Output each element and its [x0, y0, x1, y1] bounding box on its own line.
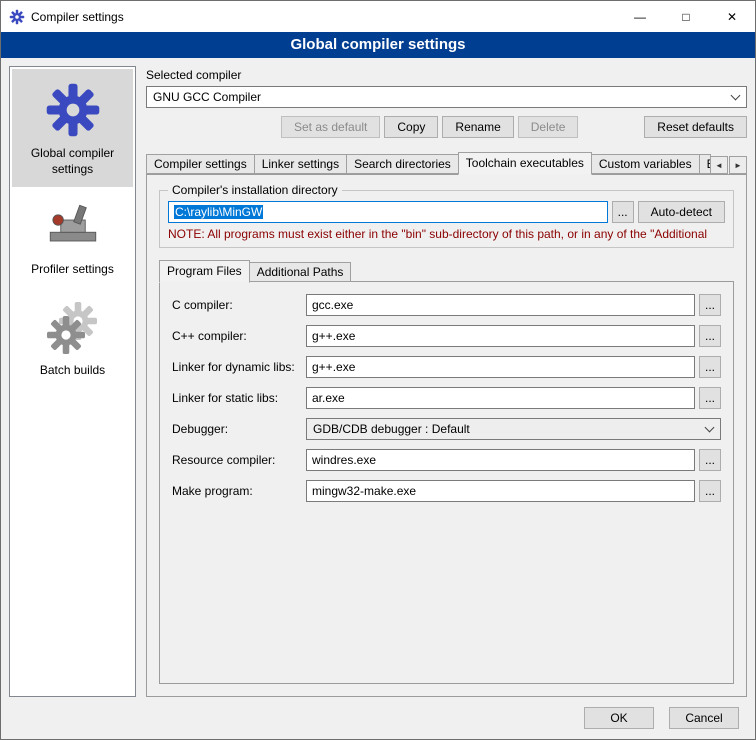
- window-controls: — □ ✕: [617, 1, 755, 32]
- sidebar-item-label: Batch builds: [40, 363, 105, 379]
- cpp-compiler-input[interactable]: g++.exe: [306, 325, 695, 347]
- install-dir-row: C:\raylib\MinGW ... Auto-detect: [168, 201, 725, 223]
- rename-button[interactable]: Rename: [442, 116, 513, 138]
- install-dir-input[interactable]: C:\raylib\MinGW: [168, 201, 608, 223]
- input-value: gcc.exe: [312, 298, 353, 312]
- input-value: mingw32-make.exe: [312, 484, 416, 498]
- field-label: C compiler:: [172, 298, 306, 312]
- make-program-row: Make program: mingw32-make.exe ...: [172, 480, 721, 502]
- ok-button[interactable]: OK: [584, 707, 654, 729]
- field-label: C++ compiler:: [172, 329, 306, 343]
- tabstrip: Compiler settings Linker settings Search…: [146, 152, 747, 174]
- toolchain-tab-page: Compiler's installation directory C:\ray…: [146, 174, 747, 697]
- install-dir-value: C:\raylib\MinGW: [174, 205, 263, 219]
- subtab-program-files[interactable]: Program Files: [159, 260, 250, 283]
- window-title: Compiler settings: [31, 10, 124, 24]
- resource-compiler-input[interactable]: windres.exe: [306, 449, 695, 471]
- debugger-select[interactable]: GDB/CDB debugger : Default: [306, 418, 721, 440]
- sidebar: Global compiler settings Profiler settin…: [9, 66, 136, 697]
- make-program-input[interactable]: mingw32-make.exe: [306, 480, 695, 502]
- dynamic-linker-row: Linker for dynamic libs: g++.exe ...: [172, 356, 721, 378]
- sidebar-item-global-compiler-settings[interactable]: Global compiler settings: [12, 69, 133, 187]
- subtabstrip: Program Files Additional Paths: [159, 260, 734, 282]
- batch-gears-icon: [45, 300, 101, 356]
- maximize-button[interactable]: □: [663, 1, 709, 32]
- make-program-browse-button[interactable]: ...: [699, 480, 721, 502]
- tab-scroll-left-button[interactable]: ◄: [710, 156, 728, 174]
- dialog-body: Global compiler settings Profiler settin…: [1, 58, 755, 697]
- input-value: g++.exe: [312, 329, 355, 343]
- main-panel: Selected compiler GNU GCC Compiler Set a…: [146, 66, 747, 697]
- dialog-header: Global compiler settings: [1, 32, 755, 58]
- resource-compiler-row: Resource compiler: windres.exe ...: [172, 449, 721, 471]
- sidebar-item-label: Global compiler settings: [16, 146, 129, 177]
- tab-linker-settings[interactable]: Linker settings: [254, 154, 347, 174]
- compiler-settings-window: Compiler settings — □ ✕ Global compiler …: [0, 0, 756, 740]
- profiler-icon: [45, 199, 101, 255]
- dialog-footer: OK Cancel: [1, 697, 755, 739]
- compiler-select-value: GNU GCC Compiler: [153, 90, 724, 104]
- debugger-select-value: GDB/CDB debugger : Default: [313, 422, 698, 436]
- note-text: NOTE: All programs must exist either in …: [168, 227, 725, 241]
- reset-defaults-button[interactable]: Reset defaults: [644, 116, 747, 138]
- input-value: g++.exe: [312, 360, 355, 374]
- dynamic-linker-browse-button[interactable]: ...: [699, 356, 721, 378]
- chevron-down-icon: [698, 419, 720, 439]
- subtab-additional-paths[interactable]: Additional Paths: [249, 262, 352, 282]
- input-value: windres.exe: [312, 453, 376, 467]
- installation-directory-groupbox: Compiler's installation directory C:\ray…: [159, 183, 734, 248]
- sidebar-item-profiler-settings[interactable]: Profiler settings: [12, 187, 133, 288]
- tab-search-directories[interactable]: Search directories: [346, 154, 459, 174]
- cancel-button[interactable]: Cancel: [669, 707, 739, 729]
- compiler-select[interactable]: GNU GCC Compiler: [146, 86, 747, 108]
- c-compiler-browse-button[interactable]: ...: [699, 294, 721, 316]
- static-linker-row: Linker for static libs: ar.exe ...: [172, 387, 721, 409]
- compiler-buttons-row: Set as default Copy Rename Delete Reset …: [146, 116, 747, 138]
- tab-compiler-settings[interactable]: Compiler settings: [146, 154, 255, 174]
- debugger-row: Debugger: GDB/CDB debugger : Default: [172, 418, 721, 440]
- c-compiler-input[interactable]: gcc.exe: [306, 294, 695, 316]
- cpp-compiler-row: C++ compiler: g++.exe ...: [172, 325, 721, 347]
- field-label: Resource compiler:: [172, 453, 306, 467]
- tab-toolchain-executables[interactable]: Toolchain executables: [458, 152, 592, 175]
- blue-gear-icon: [44, 81, 102, 139]
- cpp-compiler-browse-button[interactable]: ...: [699, 325, 721, 347]
- dynamic-linker-input[interactable]: g++.exe: [306, 356, 695, 378]
- minimize-button[interactable]: —: [617, 1, 663, 32]
- field-label: Make program:: [172, 484, 306, 498]
- field-label: Linker for static libs:: [172, 391, 306, 405]
- set-as-default-button[interactable]: Set as default: [281, 116, 380, 138]
- static-linker-browse-button[interactable]: ...: [699, 387, 721, 409]
- field-label: Debugger:: [172, 422, 306, 436]
- app-icon: [9, 9, 25, 25]
- tab-custom-variables[interactable]: Custom variables: [591, 154, 700, 174]
- input-value: ar.exe: [312, 391, 345, 405]
- static-linker-input[interactable]: ar.exe: [306, 387, 695, 409]
- resource-compiler-browse-button[interactable]: ...: [699, 449, 721, 471]
- tab-scroll-right-button[interactable]: ►: [729, 156, 747, 174]
- copy-button[interactable]: Copy: [384, 116, 438, 138]
- chevron-down-icon: [724, 87, 746, 107]
- sidebar-item-label: Profiler settings: [31, 262, 114, 278]
- titlebar: Compiler settings — □ ✕: [1, 1, 755, 32]
- delete-button[interactable]: Delete: [518, 116, 579, 138]
- autodetect-button[interactable]: Auto-detect: [638, 201, 725, 223]
- tab-scroll-buttons: ◄ ►: [710, 156, 747, 174]
- c-compiler-row: C compiler: gcc.exe ...: [172, 294, 721, 316]
- field-label: Linker for dynamic libs:: [172, 360, 306, 374]
- groupbox-title: Compiler's installation directory: [168, 183, 342, 197]
- program-files-panel: C compiler: gcc.exe ... C++ compiler: g+…: [159, 281, 734, 684]
- install-dir-browse-button[interactable]: ...: [612, 201, 634, 223]
- close-button[interactable]: ✕: [709, 1, 755, 32]
- selected-compiler-label: Selected compiler: [146, 68, 747, 82]
- sidebar-item-batch-builds[interactable]: Batch builds: [12, 288, 133, 389]
